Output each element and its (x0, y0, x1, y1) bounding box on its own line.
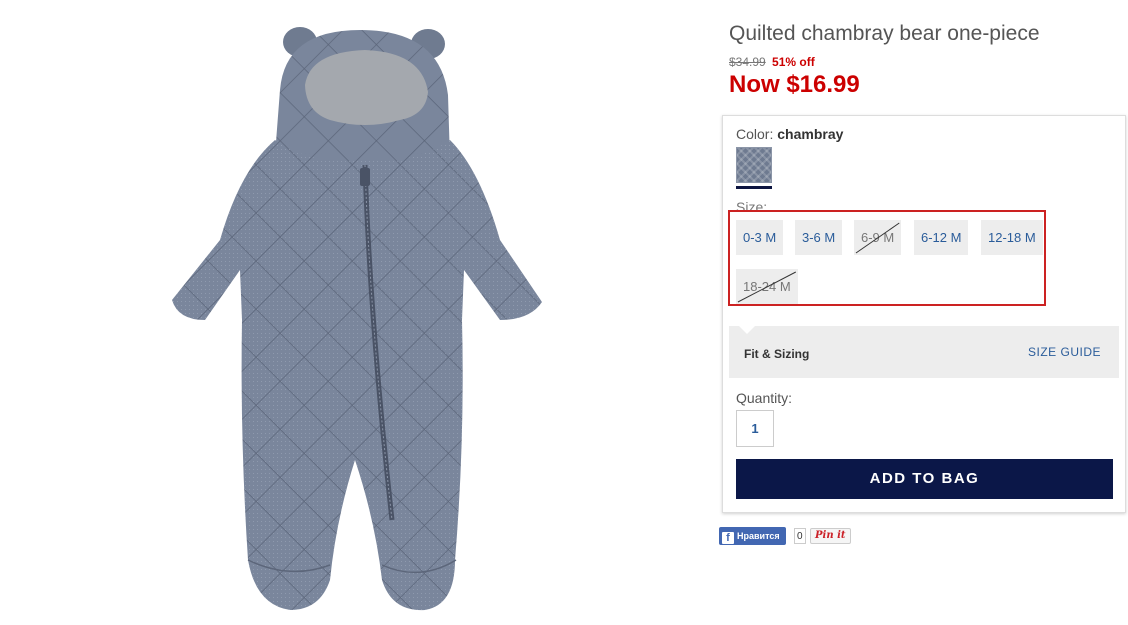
size-option-18-24m[interactable]: 18-24 M (736, 269, 798, 304)
facebook-like-count: 0 (794, 528, 806, 544)
price-row: $34.99 51% off (729, 55, 815, 69)
sale-price: Now $16.99 (729, 71, 860, 98)
size-option-label: 0-3 M (743, 230, 777, 245)
size-option-label: 6-12 M (921, 230, 962, 245)
original-price: $34.99 (729, 55, 766, 69)
size-guide-link[interactable]: SIZE GUIDE (1028, 345, 1101, 359)
fit-sizing-label: Fit & Sizing (744, 347, 810, 361)
product-title: Quilted chambray bear one-piece (729, 22, 1040, 45)
quantity-label: Quantity: (736, 390, 793, 406)
size-option-label: 12-18 M (988, 230, 1036, 245)
facebook-icon: f (722, 532, 734, 544)
facebook-like-button[interactable]: f Нравится (719, 527, 786, 545)
product-photo (172, 27, 542, 611)
size-option-label: 6-9 M (861, 230, 895, 245)
pinterest-pin-button[interactable]: Pin it (810, 528, 851, 544)
size-option-label: 3-6 M (802, 230, 836, 245)
quantity-input[interactable]: 1 (736, 410, 774, 447)
color-value: chambray (777, 126, 844, 142)
color-swatch-chambray[interactable] (736, 147, 772, 183)
purchase-panel: Color: chambray Size: 0-3 M 3-6 M 6-9 M … (722, 115, 1126, 513)
size-option-6-9m[interactable]: 6-9 M (854, 220, 902, 255)
size-option-3-6m[interactable]: 3-6 M (795, 220, 843, 255)
fit-bar-notch (739, 326, 755, 334)
swatch-selected-indicator (736, 186, 772, 189)
size-option-label: 18-24 M (743, 279, 791, 294)
add-to-bag-button[interactable]: ADD TO BAG (736, 459, 1113, 499)
discount-badge: 51% off (772, 55, 815, 69)
size-option-12-18m[interactable]: 12-18 M (981, 220, 1043, 255)
facebook-like-label: Нравится (737, 531, 780, 541)
color-label-text: Color: (736, 126, 774, 142)
size-option-6-12m[interactable]: 6-12 M (914, 220, 969, 255)
color-label: Color: chambray (736, 126, 843, 142)
size-option-0-3m[interactable]: 0-3 M (736, 220, 784, 255)
